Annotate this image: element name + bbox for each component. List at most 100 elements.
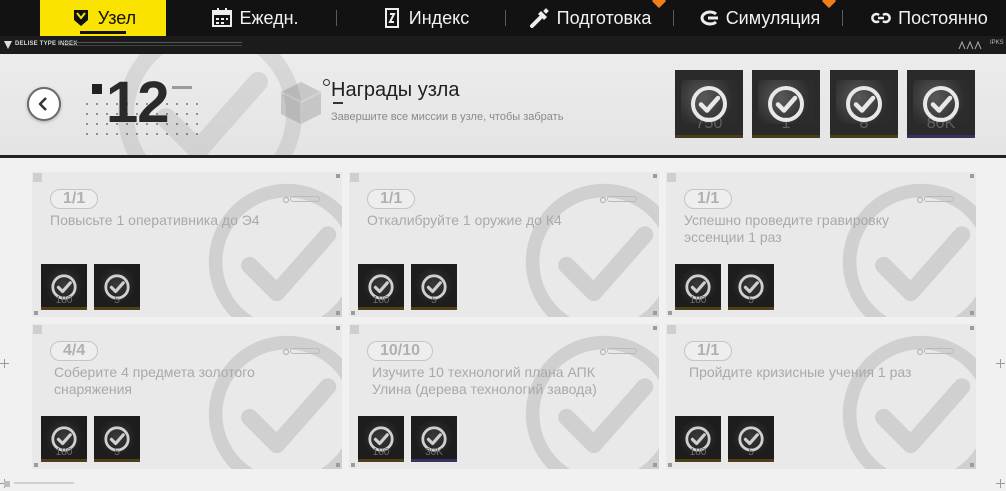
node-number: 12 (106, 70, 170, 135)
mission-progress: 4/4 (50, 341, 99, 361)
card-corner (653, 326, 657, 330)
mission-description: Пройдите кризисные учения 1 раз (689, 364, 912, 380)
card-corner (653, 463, 657, 467)
card-corner (970, 174, 974, 178)
notification-badge (651, 0, 667, 9)
mission-progress: 10/10 (367, 341, 434, 361)
tab-daily-label: Ежедн. (239, 7, 299, 28)
mission-status-indicator (283, 348, 320, 355)
card-corner (351, 311, 355, 315)
mission-reward-slot[interactable]: 180 (358, 416, 404, 462)
tab-simulation-label: Симуляция (725, 7, 821, 28)
mission-reward-slot[interactable]: 5 (728, 416, 774, 462)
reward-quantity: 5 (114, 295, 120, 306)
watermark-check-icon (836, 329, 976, 469)
mission-description: Успешно проведите гравировку эссенции 1 … (684, 212, 890, 245)
reward-quantity: 180 (689, 447, 707, 458)
mission-progress: 1/1 (50, 189, 99, 209)
mission-grid: 1/1 Повысьте 1 оперативника до Э4 180 5 … (0, 158, 1006, 491)
node-header: 12 Награды узла Завершите все миссии в у… (0, 54, 1006, 155)
tab-node[interactable]: Узел (40, 0, 166, 36)
card-corner (970, 326, 974, 330)
card-corner (336, 311, 340, 315)
card-corner (336, 326, 340, 330)
card-corner (970, 463, 974, 467)
crosshair-mark (0, 359, 9, 368)
tab-permanent[interactable]: Постоянно (864, 0, 994, 36)
index-book-icon (384, 8, 399, 28)
node-reward-slot[interactable]: 1 (752, 70, 820, 138)
signal-icon (958, 40, 982, 50)
rewards-title: Награды узла (331, 79, 460, 101)
card-corner (336, 174, 340, 178)
card-corner-tag (667, 173, 676, 182)
mission-reward-slot[interactable]: 5 (728, 264, 774, 310)
mission-status-indicator (600, 196, 637, 203)
mission-card[interactable]: 1/1 Откалибруйте 1 оружие до К4 180 5 (349, 172, 659, 317)
mission-card[interactable]: 1/1 Успешно проведите гравировку эссенци… (666, 172, 976, 317)
node-reward-slot[interactable]: 8 (830, 70, 898, 138)
node-reward-slot[interactable]: 750 (675, 70, 743, 138)
node-reward-slot[interactable]: 80K (907, 70, 975, 138)
brand-strip: DELISE TYPE INDEX IPKS (0, 36, 1006, 54)
card-corner (668, 463, 672, 467)
watermark-check-icon (202, 177, 342, 317)
reward-quantity: 30K (425, 447, 443, 458)
mission-reward-slot[interactable]: 180 (358, 264, 404, 310)
mission-reward-slot[interactable]: 180 (675, 264, 721, 310)
mission-description: Повысьте 1 оперативника до Э4 (50, 212, 260, 228)
nav-separator (842, 10, 843, 26)
tab-index[interactable]: Индекс (370, 0, 480, 36)
tab-permanent-label: Постоянно (898, 7, 988, 28)
wrench-icon (529, 8, 549, 28)
card-corner-tag (667, 325, 676, 334)
reward-quantity: 5 (748, 447, 754, 458)
tab-index-label: Индекс (408, 7, 470, 28)
tab-preparation[interactable]: Подготовка (522, 0, 667, 36)
reward-quantity: 5 (114, 447, 120, 458)
mission-reward-slot[interactable]: 180 (41, 416, 87, 462)
mission-progress: 1/1 (367, 189, 416, 209)
nav-separator (336, 10, 337, 26)
mission-reward-slot[interactable]: 5 (94, 264, 140, 310)
mission-description: Откалибруйте 1 оружие до К4 (367, 212, 562, 228)
card-corner-tag (350, 325, 359, 334)
link-icon (871, 12, 892, 24)
tab-daily[interactable]: Ежедн. (200, 0, 310, 36)
card-corner (653, 311, 657, 315)
card-corner (34, 311, 38, 315)
mission-card[interactable]: 4/4 Соберите 4 предмета золотого снаряже… (32, 324, 342, 469)
simulation-icon (700, 10, 718, 26)
back-button[interactable] (27, 87, 61, 121)
mission-reward-slot[interactable]: 180 (41, 264, 87, 310)
card-corner (653, 174, 657, 178)
brand-tag: IPKS (990, 40, 1004, 46)
notification-badge (821, 0, 837, 9)
reward-quantity: 180 (55, 447, 73, 458)
mission-card[interactable]: 1/1 Повысьте 1 оперативника до Э4 180 5 (32, 172, 342, 317)
reward-quantity: 5 (431, 295, 437, 306)
mission-reward-slot[interactable]: 5 (94, 416, 140, 462)
mission-reward-slot[interactable]: 5 (411, 264, 457, 310)
reward-quantity: 180 (55, 295, 73, 306)
card-corner-tag (350, 173, 359, 182)
nav-separator (505, 10, 506, 26)
mission-status-indicator (600, 348, 637, 355)
reward-box-icon (280, 82, 322, 124)
reward-quantity: 180 (689, 295, 707, 306)
mission-reward-slot[interactable]: 180 (675, 416, 721, 462)
crosshair-mark (996, 359, 1005, 368)
card-corner-tag (33, 325, 42, 334)
tab-simulation[interactable]: Симуляция (693, 0, 837, 36)
watermark-check-icon (202, 329, 342, 469)
mission-reward-slot[interactable]: 30K (411, 416, 457, 462)
reward-quantity: 180 (372, 295, 390, 306)
card-corner (34, 463, 38, 467)
chevron-left-icon (38, 97, 47, 111)
mission-description: Соберите 4 предмета золотого снаряжения (54, 364, 255, 397)
mission-progress: 1/1 (684, 189, 733, 209)
rewards-subtitle: Завершите все миссии в узле, чтобы забра… (331, 111, 564, 123)
card-corner (351, 463, 355, 467)
mission-card[interactable]: 1/1 Пройдите кризисные учения 1 раз 180 … (666, 324, 976, 469)
mission-card[interactable]: 10/10 Изучите 10 технологий плана АПК Ул… (349, 324, 659, 469)
